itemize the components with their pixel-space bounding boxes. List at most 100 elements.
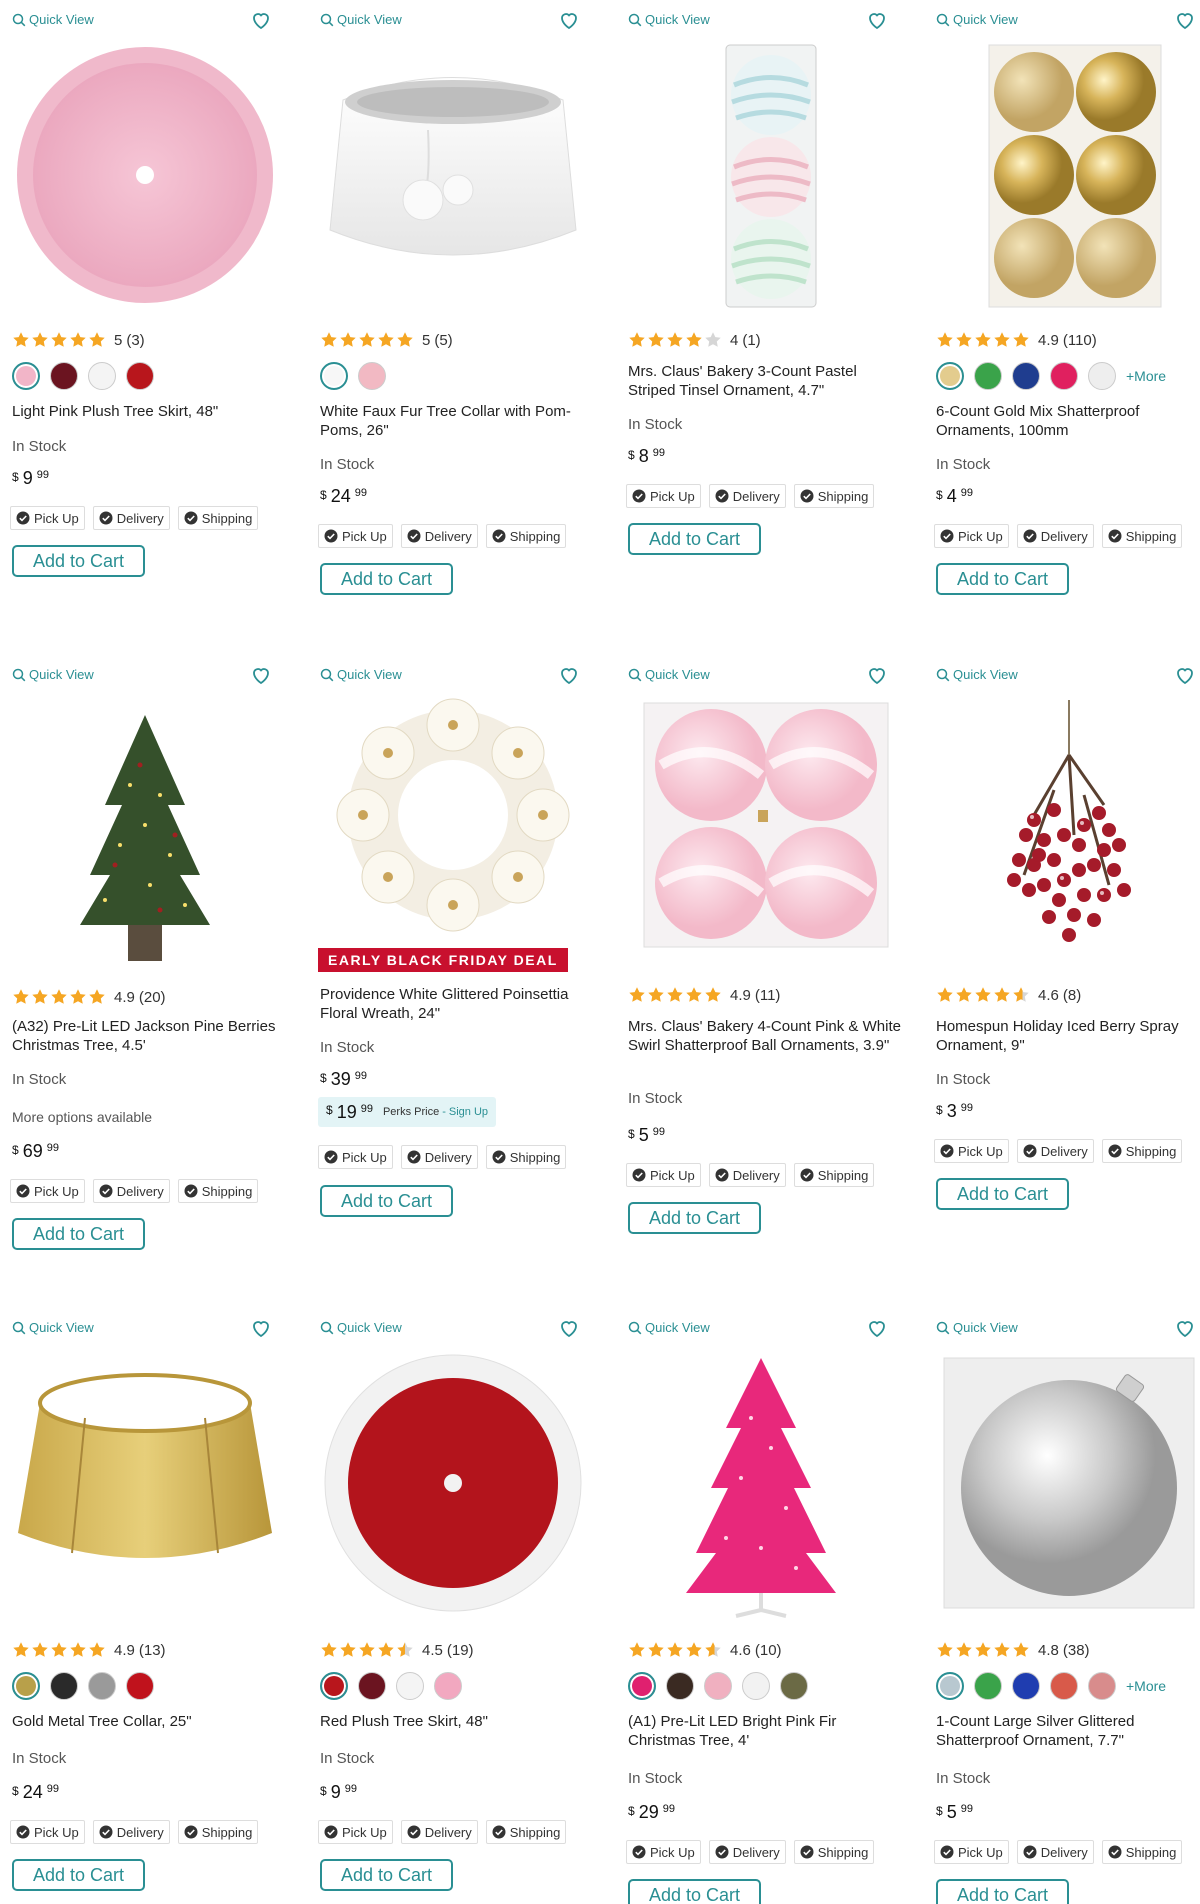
product-title[interactable]: (A32) Pre-Lit LED Jackson Pine Berries C… [12,1017,287,1055]
color-swatch[interactable] [320,362,348,390]
product-image[interactable] [626,40,896,310]
color-swatch[interactable] [666,1672,694,1700]
shipping-option[interactable]: Shipping [485,1820,567,1844]
product-image[interactable] [934,40,1200,310]
product-rating[interactable]: 4.6 (10) [628,1640,782,1660]
product-title[interactable]: 6-Count Gold Mix Shatterproof Ornaments,… [936,402,1200,440]
pick-up-option[interactable]: Pick Up [318,524,393,548]
delivery-option[interactable]: Delivery [1016,1840,1094,1864]
favorite-button[interactable] [557,663,581,687]
quick-view-button[interactable]: Quick View [936,12,1018,27]
color-swatch[interactable] [936,1672,964,1700]
color-swatch[interactable] [12,1672,40,1700]
color-swatch[interactable] [974,362,1002,390]
color-swatch[interactable] [1088,362,1116,390]
favorite-button[interactable] [249,1316,273,1340]
product-title[interactable]: Providence White Glittered Poinsettia Fl… [320,985,595,1023]
favorite-button[interactable] [1173,663,1197,687]
quick-view-button[interactable]: Quick View [320,1320,402,1335]
product-image[interactable] [10,40,280,310]
color-swatch[interactable] [358,1672,386,1700]
delivery-option[interactable]: Delivery [708,484,786,508]
color-swatch[interactable] [974,1672,1002,1700]
shipping-option[interactable]: Shipping [485,524,567,548]
add-to-cart-button[interactable]: Add to Cart [12,545,145,577]
quick-view-button[interactable]: Quick View [628,12,710,27]
pick-up-option[interactable]: Pick Up [10,1179,85,1203]
color-swatch[interactable] [628,1672,656,1700]
delivery-option[interactable]: Delivery [708,1163,786,1187]
favorite-button[interactable] [1173,1316,1197,1340]
add-to-cart-button[interactable]: Add to Cart [320,1185,453,1217]
product-rating[interactable]: 5 (3) [12,330,145,350]
delivery-option[interactable]: Delivery [92,1820,170,1844]
color-swatch[interactable] [434,1672,462,1700]
add-to-cart-button[interactable]: Add to Cart [320,563,453,595]
shipping-option[interactable]: Shipping [1101,524,1183,548]
add-to-cart-button[interactable]: Add to Cart [628,1879,761,1904]
product-image[interactable] [934,695,1200,965]
product-title[interactable]: White Faux Fur Tree Collar with Pom-Poms… [320,402,595,440]
shipping-option[interactable]: Shipping [177,1820,259,1844]
quick-view-button[interactable]: Quick View [320,12,402,27]
pick-up-option[interactable]: Pick Up [10,506,85,530]
pick-up-option[interactable]: Pick Up [626,484,701,508]
add-to-cart-button[interactable]: Add to Cart [628,523,761,555]
product-rating[interactable]: 4.8 (38) [936,1640,1090,1660]
quick-view-button[interactable]: Quick View [936,1320,1018,1335]
color-swatch[interactable] [320,1672,348,1700]
sign-up-link[interactable]: Sign Up [449,1106,488,1118]
quick-view-button[interactable]: Quick View [12,667,94,682]
add-to-cart-button[interactable]: Add to Cart [12,1218,145,1250]
product-rating[interactable]: 4.9 (110) [936,330,1097,350]
delivery-option[interactable]: Delivery [708,1840,786,1864]
shipping-option[interactable]: Shipping [793,1840,875,1864]
pick-up-option[interactable]: Pick Up [626,1840,701,1864]
add-to-cart-button[interactable]: Add to Cart [628,1202,761,1234]
shipping-option[interactable]: Shipping [1101,1139,1183,1163]
color-swatch[interactable] [936,362,964,390]
product-title[interactable]: (A1) Pre-Lit LED Bright Pink Fir Christm… [628,1712,903,1750]
product-image[interactable] [10,695,280,965]
pick-up-option[interactable]: Pick Up [934,524,1009,548]
quick-view-button[interactable]: Quick View [628,667,710,682]
product-title[interactable]: Gold Metal Tree Collar, 25" [12,1712,287,1731]
color-swatch[interactable] [1012,1672,1040,1700]
add-to-cart-button[interactable]: Add to Cart [936,1178,1069,1210]
product-image[interactable] [626,1348,896,1618]
add-to-cart-button[interactable]: Add to Cart [12,1859,145,1891]
delivery-option[interactable]: Delivery [1016,1139,1094,1163]
color-swatch[interactable] [12,362,40,390]
product-rating[interactable]: 4.9 (20) [12,987,166,1007]
pick-up-option[interactable]: Pick Up [318,1145,393,1169]
color-swatch[interactable] [88,1672,116,1700]
color-swatch[interactable] [358,362,386,390]
product-image[interactable] [934,1348,1200,1618]
color-swatch[interactable] [742,1672,770,1700]
shipping-option[interactable]: Shipping [793,484,875,508]
favorite-button[interactable] [865,663,889,687]
color-swatch[interactable] [780,1672,808,1700]
add-to-cart-button[interactable]: Add to Cart [936,563,1069,595]
color-swatch[interactable] [1050,1672,1078,1700]
quick-view-button[interactable]: Quick View [320,667,402,682]
product-rating[interactable]: 4.5 (19) [320,1640,474,1660]
quick-view-button[interactable]: Quick View [936,667,1018,682]
product-title[interactable]: Red Plush Tree Skirt, 48" [320,1712,595,1731]
delivery-option[interactable]: Delivery [92,1179,170,1203]
favorite-button[interactable] [557,1316,581,1340]
color-swatch[interactable] [1050,362,1078,390]
add-to-cart-button[interactable]: Add to Cart [936,1879,1069,1904]
product-image[interactable] [318,1348,588,1618]
favorite-button[interactable] [249,663,273,687]
product-title[interactable]: Light Pink Plush Tree Skirt, 48" [12,402,287,421]
product-title[interactable]: 1-Count Large Silver Glittered Shatterpr… [936,1712,1200,1750]
product-rating[interactable]: 5 (5) [320,330,453,350]
delivery-option[interactable]: Delivery [400,1820,478,1844]
color-swatch[interactable] [126,1672,154,1700]
delivery-option[interactable]: Delivery [400,1145,478,1169]
shipping-option[interactable]: Shipping [793,1163,875,1187]
color-swatch[interactable] [704,1672,732,1700]
delivery-option[interactable]: Delivery [92,506,170,530]
product-title[interactable]: Mrs. Claus' Bakery 3-Count Pastel Stripe… [628,362,903,400]
